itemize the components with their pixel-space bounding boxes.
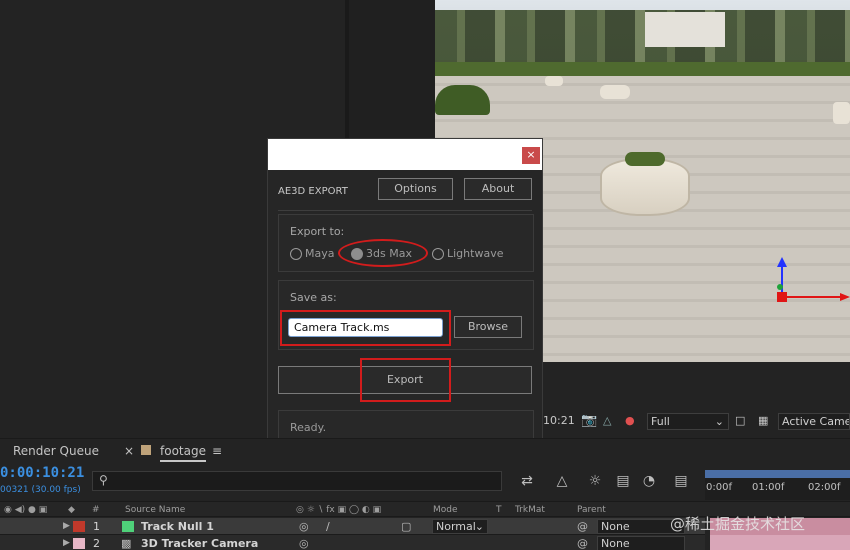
layer-search-input[interactable]: ⚲ — [92, 471, 502, 491]
pick-whip-icon[interactable]: @ — [577, 518, 588, 535]
viewer-planter — [600, 158, 690, 216]
radio-maya[interactable]: Maya — [290, 247, 334, 260]
view-select[interactable]: Active Camer — [778, 413, 850, 430]
frame-rate: 00321 (30.00 fps) — [0, 485, 81, 495]
comp-mini-flowchart-icon[interactable]: ⇄ — [518, 472, 536, 490]
quality-switch-icon[interactable]: ∕ — [326, 518, 330, 535]
parent-select[interactable]: None — [597, 536, 685, 550]
column-parent[interactable]: Parent — [577, 505, 606, 515]
about-button[interactable]: About — [464, 178, 532, 200]
channel-icon[interactable]: ● — [625, 413, 635, 429]
ae3d-export-dialog: × AE3D EXPORT Options About Export to: M… — [267, 138, 543, 450]
status-text: Ready. — [290, 421, 327, 434]
viewer-building — [645, 12, 725, 47]
shy-icon[interactable]: ☼ — [586, 472, 604, 490]
radio-label: Maya — [305, 247, 335, 260]
divider — [278, 210, 532, 211]
dialog-title: AE3D EXPORT — [278, 186, 348, 197]
blend-mode-select[interactable]: Normal ⌄ — [432, 519, 488, 534]
viewer-small-planter — [833, 102, 850, 124]
region-of-interest-icon[interactable]: □ — [735, 413, 745, 429]
viewer-bush — [435, 85, 490, 115]
frame-blending-icon[interactable]: ▤ — [614, 472, 632, 490]
layer-type-icon — [122, 521, 134, 532]
expand-arrow-icon[interactable]: ▶ — [63, 518, 70, 535]
blend-mode-value: Normal — [436, 520, 476, 533]
motion-blur-icon[interactable]: ◔ — [640, 472, 658, 490]
current-time[interactable]: 0:00:10:21 — [0, 465, 84, 481]
ruler-label: 01:00f — [752, 482, 785, 493]
parent-value: None — [601, 520, 630, 533]
layer-name[interactable]: Track Null 1 — [141, 518, 214, 535]
view-value: Active Camer — [782, 415, 850, 428]
annotation-box — [360, 358, 451, 402]
column-number: # — [92, 505, 100, 515]
column-trkmat[interactable]: TrkMat — [515, 505, 545, 515]
viewer-small-planter — [545, 76, 563, 86]
viewer-hedge — [435, 62, 850, 76]
layer-duration-bar[interactable] — [710, 535, 850, 550]
label-icon: ◆ — [68, 505, 75, 515]
column-t: T — [496, 505, 502, 515]
transparency-grid-icon[interactable]: ▦ — [758, 413, 768, 429]
expand-arrow-icon[interactable]: ▶ — [63, 535, 70, 550]
search-icon: ⚲ — [99, 473, 108, 487]
3d-axis-gizmo-icon[interactable] — [765, 255, 850, 310]
footage-color-icon — [141, 445, 151, 455]
save-as-label: Save as: — [290, 291, 337, 304]
dialog-titlebar[interactable]: × — [268, 139, 542, 170]
label-color-swatch[interactable] — [73, 521, 85, 532]
layer-name[interactable]: 3D Tracker Camera — [141, 535, 258, 550]
viewer-planter-plants — [625, 152, 665, 166]
chevron-down-icon: ⌄ — [474, 520, 484, 533]
column-mode[interactable]: Mode — [433, 505, 458, 515]
watermark: @稀土掘金技术社区 — [670, 515, 806, 533]
layer-row[interactable]: ▶ 2 ▩ 3D Tracker Camera ◎ @ None — [0, 535, 705, 550]
options-button[interactable]: Options — [378, 178, 453, 200]
tab-footage[interactable]: footage — [160, 444, 206, 462]
column-source-name[interactable]: Source Name — [125, 505, 185, 515]
ruler-label: 0:00f — [706, 482, 732, 493]
chevron-down-icon: ⌄ — [714, 415, 724, 428]
annotation-oval — [338, 239, 428, 267]
show-snapshot-icon[interactable]: △ — [603, 413, 611, 429]
layer-number: 1 — [93, 520, 100, 533]
snapshot-icon[interactable]: 📷 — [581, 413, 597, 429]
layer-row[interactable]: ▶ 1 Track Null 1 ◎ ∕ ▢ Normal ⌄ @ None — [0, 518, 705, 535]
tab-close-icon[interactable]: × — [124, 444, 134, 458]
ruler-label: 02:00f — [808, 482, 841, 493]
viewer-small-planter — [600, 85, 630, 99]
tab-render-queue[interactable]: Render Queue — [13, 444, 99, 458]
av-features-icon: ◉ ◀) ● ▣ — [4, 505, 48, 515]
draft-3d-icon[interactable]: △ — [553, 472, 571, 490]
resolution-value: Full — [651, 415, 670, 428]
switches-icons: ◎ ☼ ∖ fx ▣ ◯ ◐ ▣ — [296, 505, 382, 515]
panel-tabs: Render Queue × footage ≡ — [0, 438, 850, 462]
tab-menu-icon[interactable]: ≡ — [212, 444, 222, 458]
radio-label: Lightwave — [447, 247, 504, 260]
shy-switch-icon[interactable]: ◎ — [299, 518, 309, 535]
layer-number: 2 — [93, 537, 100, 550]
parent-value: None — [601, 537, 630, 550]
resolution-select[interactable]: Full ⌄ — [647, 413, 729, 430]
pick-whip-icon[interactable]: @ — [577, 535, 588, 550]
shy-switch-icon[interactable]: ◎ — [299, 535, 309, 550]
radio-dot — [432, 247, 444, 260]
graph-editor-icon[interactable]: ▤ — [672, 472, 690, 490]
annotation-box — [280, 310, 451, 346]
viewer-timecode[interactable]: 10:21 — [543, 413, 575, 429]
browse-button[interactable]: Browse — [454, 316, 522, 338]
radio-lightwave[interactable]: Lightwave — [432, 247, 503, 260]
work-area-bar[interactable] — [705, 470, 850, 478]
3d-layer-icon[interactable]: ▢ — [401, 518, 411, 535]
radio-dot — [290, 247, 302, 260]
camera-icon: ▩ — [121, 537, 132, 550]
label-color-swatch[interactable] — [73, 538, 85, 549]
close-button[interactable]: × — [522, 147, 540, 164]
export-to-label: Export to: — [290, 225, 345, 238]
